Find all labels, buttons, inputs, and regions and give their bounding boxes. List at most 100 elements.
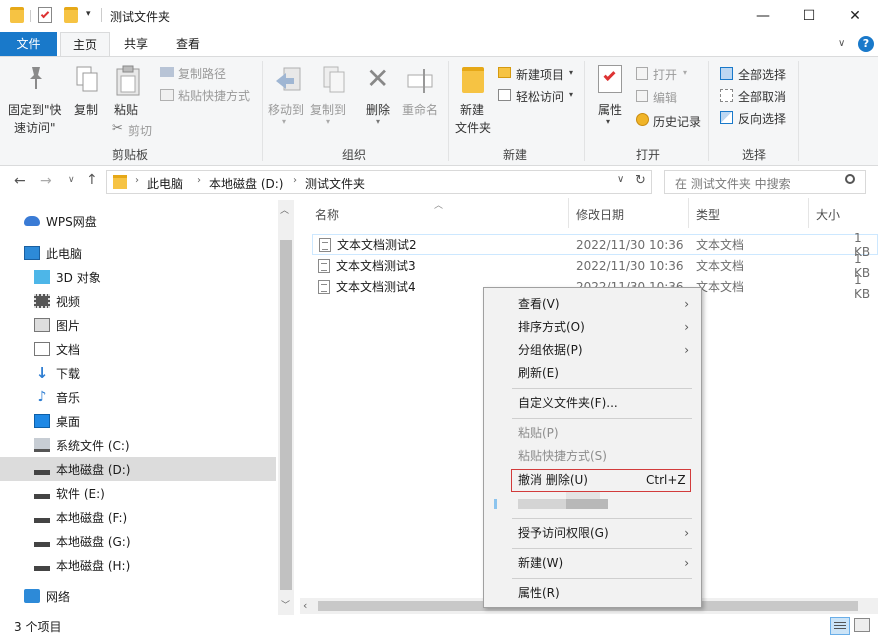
menu-item-paste-shortcut[interactable]: 粘贴快捷方式(S) xyxy=(484,445,701,468)
pin-to-quick-access-button[interactable]: 固定到"快 xyxy=(8,101,62,118)
column-header-name[interactable]: 名称 xyxy=(315,206,339,223)
move-to-button[interactable]: 移动到 xyxy=(268,101,304,118)
menu-item-view[interactable]: 查看(V)› xyxy=(484,293,701,316)
tab-home[interactable]: 主页 xyxy=(60,32,110,57)
scroll-left-icon[interactable]: ‹ xyxy=(303,599,307,612)
nav-scrollbar-thumb[interactable] xyxy=(280,240,292,590)
edit-button[interactable]: 编辑 xyxy=(653,89,677,106)
minimize-button[interactable]: — xyxy=(740,0,786,32)
history-button[interactable]: 历史记录 xyxy=(653,113,701,130)
menu-item-refresh[interactable]: 刷新(E) xyxy=(484,362,701,385)
nav-item-drive-f[interactable]: 本地磁盘 (F:) xyxy=(0,505,276,529)
maximize-button[interactable]: ☐ xyxy=(786,0,832,32)
invert-selection-button[interactable]: 反向选择 xyxy=(738,110,786,127)
folder-icon xyxy=(113,175,127,189)
cut-button[interactable]: 剪切 xyxy=(128,122,152,139)
breadcrumb-drive-d[interactable]: 本地磁盘 (D:) xyxy=(209,175,283,192)
file-row[interactable]: 文本文档测试3 2022/11/30 10:36 文本文档 1 KB xyxy=(312,255,878,276)
history-icon xyxy=(636,113,649,126)
menu-item-give-access[interactable]: 授予访问权限(G)› xyxy=(484,522,701,545)
search-input[interactable]: 在 测试文件夹 中搜索 xyxy=(664,170,866,194)
copy-to-button[interactable]: 复制到 xyxy=(310,101,346,118)
undo-highlight-box xyxy=(511,469,691,492)
delete-button[interactable]: 删除 xyxy=(366,101,390,118)
chevron-right-icon: › xyxy=(684,293,689,316)
nav-item-desktop[interactable]: 桌面 xyxy=(0,409,276,433)
up-icon[interactable]: ↑ xyxy=(86,172,98,188)
column-divider[interactable] xyxy=(688,198,689,228)
nav-item-wps-cloud[interactable]: WPS网盘 xyxy=(0,209,276,233)
new-group-label: 新建 xyxy=(503,146,527,163)
recent-locations-icon[interactable]: ∨ xyxy=(68,175,75,185)
copy-path-button[interactable]: 复制路径 xyxy=(178,65,226,82)
text-file-icon xyxy=(318,259,330,273)
nav-item-drive-d[interactable]: 本地磁盘 (D:) xyxy=(0,457,276,481)
details-view-icon[interactable] xyxy=(830,617,850,635)
properties-quick-icon[interactable] xyxy=(38,7,52,23)
paste-button[interactable]: 粘贴 xyxy=(114,101,138,118)
menu-item-customize-folder[interactable]: 自定义文件夹(F)... xyxy=(484,392,701,415)
back-icon[interactable]: ← xyxy=(14,173,26,189)
menu-item-properties[interactable]: 属性(R) xyxy=(484,582,701,605)
tab-file[interactable]: 文件 xyxy=(0,32,57,56)
column-divider[interactable] xyxy=(808,198,809,228)
nav-item-drive-e[interactable]: 软件 (E:) xyxy=(0,481,276,505)
nav-item-label: 音乐 xyxy=(56,389,80,406)
menu-separator xyxy=(512,548,692,549)
collapse-ribbon-icon[interactable]: ∨ xyxy=(838,38,845,49)
tab-view[interactable]: 查看 xyxy=(164,32,212,56)
nav-item-this-pc[interactable]: 此电脑 xyxy=(0,241,276,265)
search-placeholder: 在 测试文件夹 中搜索 xyxy=(675,175,791,192)
select-none-button[interactable]: 全部取消 xyxy=(738,88,786,105)
breadcrumb-this-pc[interactable]: 此电脑 xyxy=(147,175,183,192)
help-icon[interactable]: ? xyxy=(858,36,874,52)
menu-item-sort-by[interactable]: 排序方式(O)› xyxy=(484,316,701,339)
scroll-down-icon[interactable]: ﹀ xyxy=(281,598,290,611)
customize-quick-access-icon[interactable]: ▾ xyxy=(86,9,91,19)
paste-icon xyxy=(113,65,143,97)
easy-access-button[interactable]: 轻松访问 xyxy=(516,88,564,105)
properties-button[interactable]: 属性 xyxy=(598,101,622,118)
nav-item-drive-h[interactable]: 本地磁盘 (H:) xyxy=(0,553,276,577)
nav-item-drive-c[interactable]: 系统文件 (C:) xyxy=(0,433,276,457)
nav-item-3d-objects[interactable]: 3D 对象 xyxy=(0,265,276,289)
new-folder-quick-icon[interactable] xyxy=(64,7,78,23)
nav-item-drive-g[interactable]: 本地磁盘 (G:) xyxy=(0,529,276,553)
new-item-button[interactable]: 新建项目 xyxy=(516,66,564,83)
nav-item-network[interactable]: 网络 xyxy=(0,584,276,608)
address-dropdown-icon[interactable]: ∨ xyxy=(617,174,624,185)
refresh-icon[interactable]: ↻ xyxy=(635,173,646,188)
new-folder-button[interactable]: 新建 xyxy=(460,101,484,118)
nav-item-pictures[interactable]: 图片 xyxy=(0,313,276,337)
nav-item-music[interactable]: ♪ 音乐 xyxy=(0,385,276,409)
nav-item-videos[interactable]: 视频 xyxy=(0,289,276,313)
search-icon[interactable] xyxy=(845,174,855,184)
file-row[interactable]: 文本文档测试2 2022/11/30 10:36 文本文档 1 KB xyxy=(312,234,878,255)
nav-item-downloads[interactable]: ↓ 下载 xyxy=(0,361,276,385)
open-button[interactable]: 打开 xyxy=(653,66,677,83)
menu-item-label: 授予访问权限(G) xyxy=(518,526,609,540)
cut-icon: ✂ xyxy=(112,121,123,136)
column-header-date[interactable]: 修改日期 xyxy=(576,206,624,223)
scroll-up-icon[interactable]: ︿ xyxy=(280,203,289,216)
address-bar[interactable]: › 此电脑 › 本地磁盘 (D:) › 测试文件夹 ∨ ↻ xyxy=(106,170,652,194)
close-button[interactable]: ✕ xyxy=(832,0,878,32)
rename-button[interactable]: 重命名 xyxy=(402,101,438,118)
tab-share[interactable]: 共享 xyxy=(112,32,160,56)
paste-shortcut-button[interactable]: 粘贴快捷方式 xyxy=(178,87,250,104)
menu-item-group-by[interactable]: 分组依据(P)› xyxy=(484,339,701,362)
new-folder-icon xyxy=(462,67,484,93)
forward-icon[interactable]: → xyxy=(40,173,52,189)
column-header-type[interactable]: 类型 xyxy=(696,206,720,223)
breadcrumb-test-folder[interactable]: 测试文件夹 xyxy=(305,175,365,192)
nav-item-documents[interactable]: 文档 xyxy=(0,337,276,361)
column-divider[interactable] xyxy=(568,198,569,228)
menu-item-new[interactable]: 新建(W)› xyxy=(484,552,701,575)
large-icons-view-icon[interactable] xyxy=(854,618,870,632)
column-header-size[interactable]: 大小 xyxy=(816,206,840,223)
select-all-button[interactable]: 全部选择 xyxy=(738,66,786,83)
select-all-icon xyxy=(720,67,733,80)
select-none-icon xyxy=(720,89,733,102)
copy-button[interactable]: 复制 xyxy=(74,101,98,118)
menu-item-paste[interactable]: 粘贴(P) xyxy=(484,422,701,445)
